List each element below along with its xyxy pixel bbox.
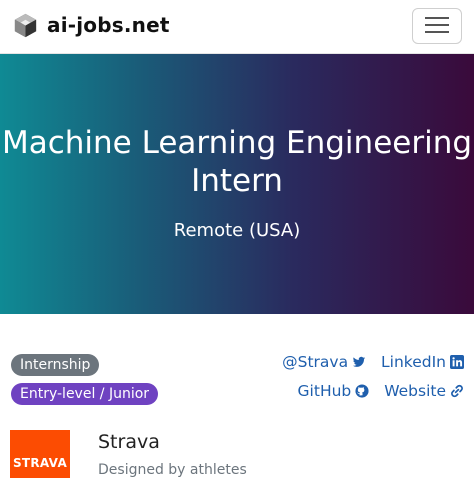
link-chain-icon: [450, 384, 464, 398]
menu-toggle-button[interactable]: [412, 8, 462, 44]
job-title: Machine Learning Engineering Intern: [1, 125, 473, 199]
website-link[interactable]: Website: [384, 380, 464, 402]
github-link[interactable]: GitHub: [298, 380, 370, 402]
company-links-row-1: @Strava LinkedIn: [272, 351, 464, 373]
github-icon: [355, 384, 369, 398]
experience-level-badge[interactable]: Entry-level / Junior: [11, 383, 159, 405]
brand-link[interactable]: ai-jobs.net: [12, 12, 170, 39]
company-logo-text: STRAVA: [12, 456, 68, 470]
hamburger-icon: [425, 16, 449, 37]
twitter-link[interactable]: @Strava: [282, 351, 366, 373]
company-logo[interactable]: STRAVA: [10, 430, 70, 478]
brand-name: ai-jobs.net: [47, 13, 170, 37]
brand-logo-icon: [12, 12, 39, 39]
company-name[interactable]: Strava: [98, 430, 160, 454]
job-location: Remote (USA): [173, 220, 301, 241]
job-hero-banner: Machine Learning Engineering Intern Remo…: [0, 54, 474, 314]
company-tagline: Designed by athletes: [98, 462, 247, 478]
github-link-label: GitHub: [297, 382, 352, 400]
company-links-row-2: GitHub Website: [288, 380, 464, 402]
website-link-label: Website: [384, 382, 446, 400]
linkedin-icon: [450, 355, 464, 369]
linkedin-link[interactable]: LinkedIn: [381, 351, 464, 373]
twitter-icon: [352, 355, 366, 369]
twitter-link-label: @Strava: [282, 353, 349, 371]
job-type-badge[interactable]: Internship: [11, 354, 100, 376]
linkedin-link-label: LinkedIn: [381, 353, 446, 371]
top-navbar: ai-jobs.net: [0, 0, 474, 54]
